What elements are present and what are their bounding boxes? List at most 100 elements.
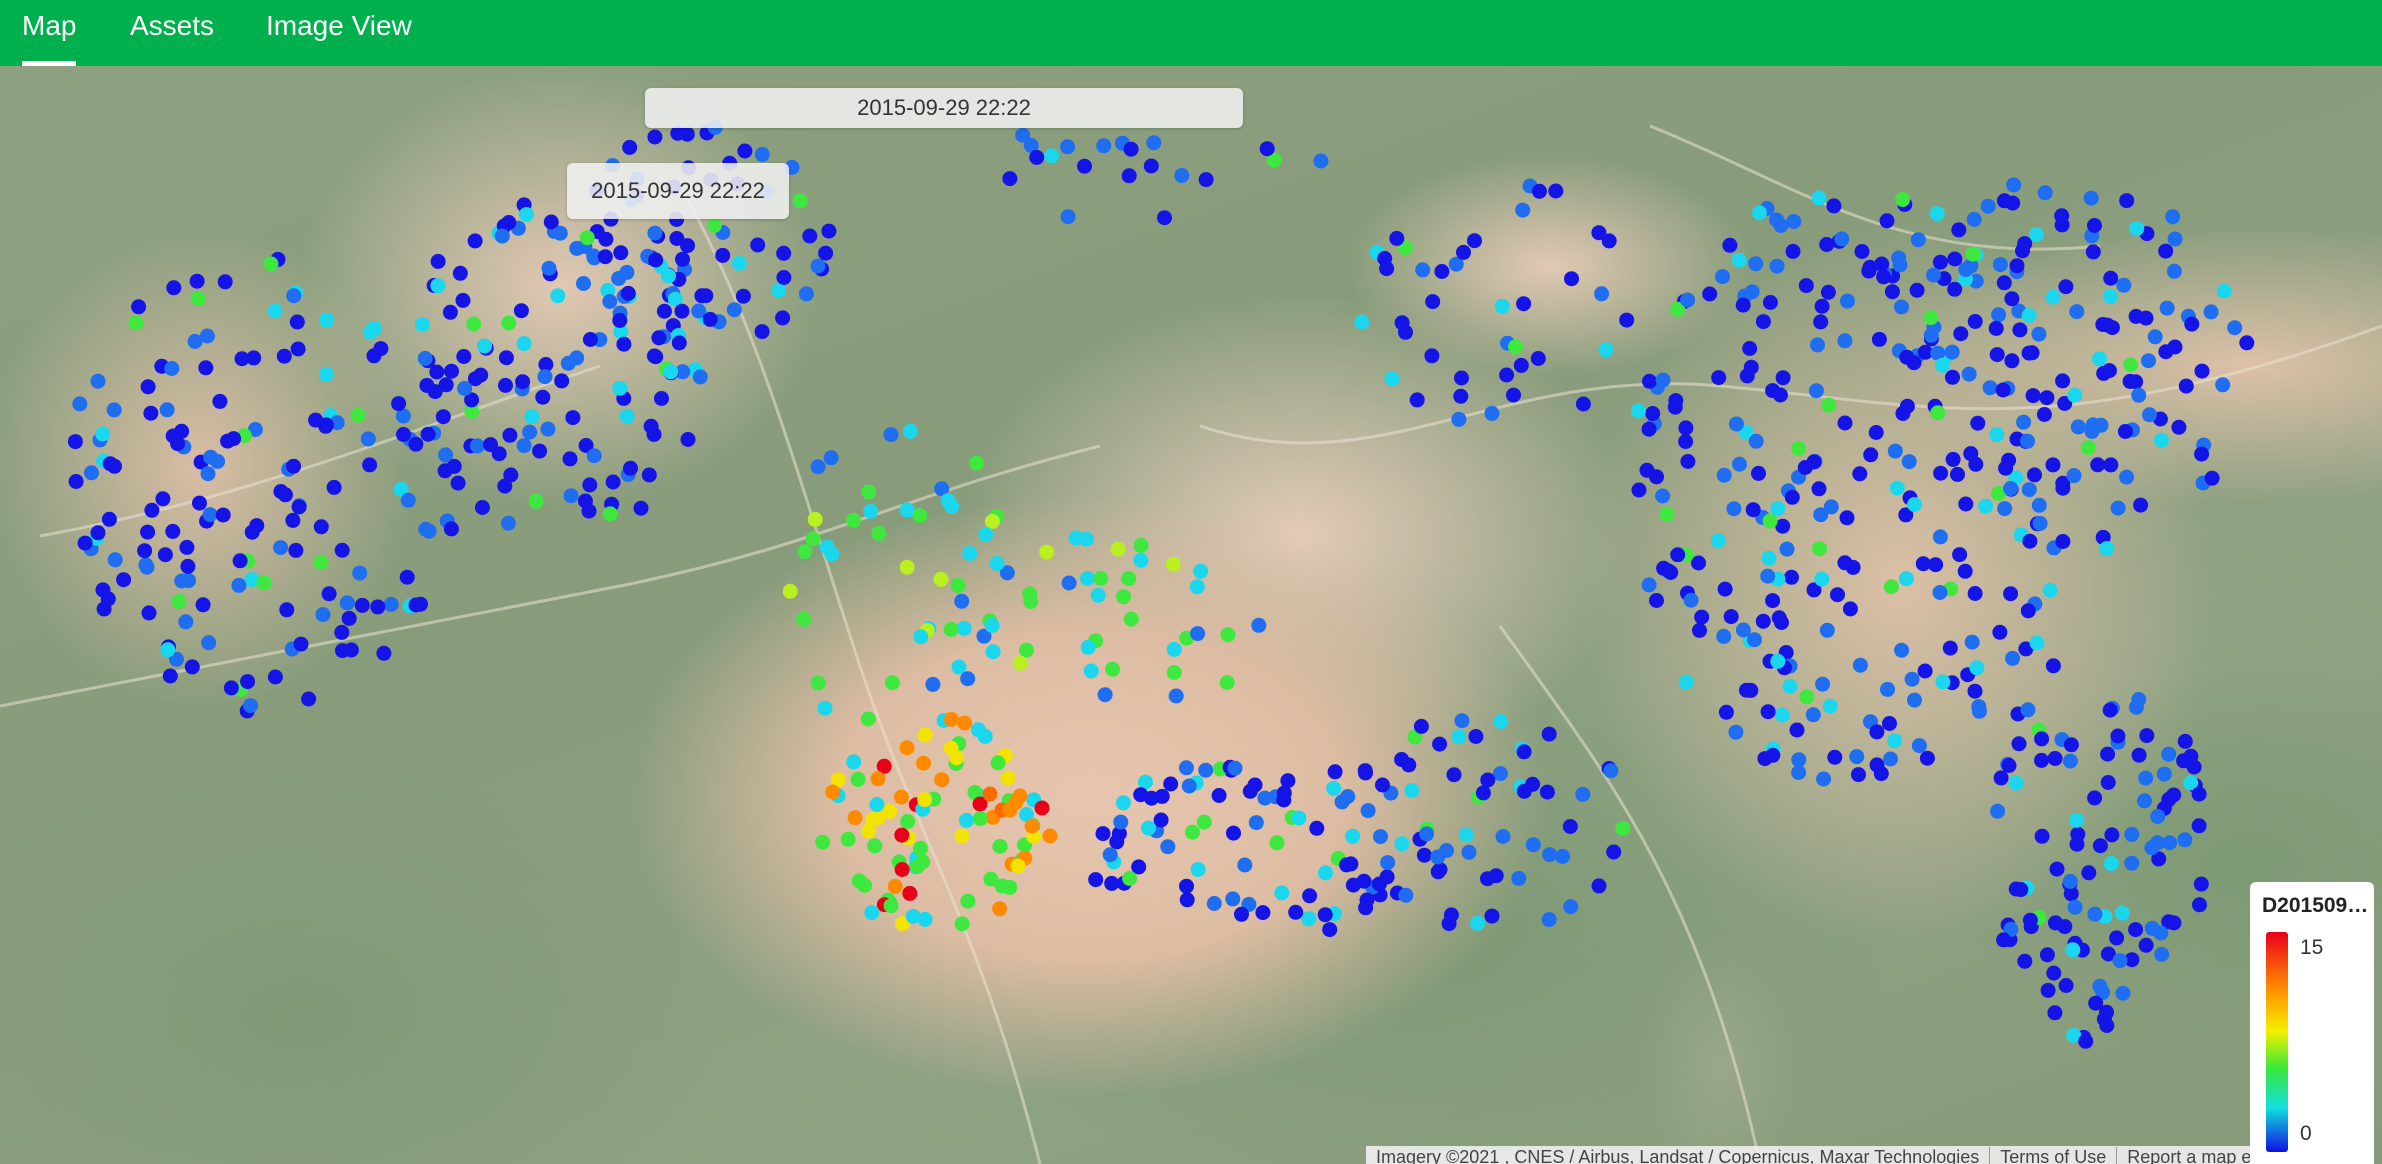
measurement-point[interactable] bbox=[1115, 795, 1131, 811]
measurement-point[interactable] bbox=[1797, 460, 1813, 475]
measurement-point[interactable] bbox=[560, 355, 576, 371]
measurement-point[interactable] bbox=[308, 412, 324, 428]
measurement-point[interactable] bbox=[438, 377, 454, 393]
measurement-point[interactable] bbox=[192, 495, 207, 511]
measurement-point[interactable] bbox=[1901, 454, 1917, 470]
measurement-point[interactable] bbox=[825, 784, 841, 800]
measurement-point[interactable] bbox=[474, 500, 490, 515]
measurement-point[interactable] bbox=[335, 643, 350, 659]
measurement-point[interactable] bbox=[1012, 788, 1028, 804]
measurement-point[interactable] bbox=[1326, 780, 1342, 796]
measurement-point[interactable] bbox=[391, 396, 407, 412]
measurement-point[interactable] bbox=[1226, 825, 1241, 841]
measurement-point[interactable] bbox=[277, 487, 293, 503]
measurement-point[interactable] bbox=[90, 373, 106, 389]
measurement-point[interactable] bbox=[1997, 501, 2013, 517]
measurement-point[interactable] bbox=[354, 597, 370, 613]
measurement-point[interactable] bbox=[2176, 753, 2192, 769]
measurement-point[interactable] bbox=[1995, 382, 2011, 398]
measurement-point[interactable] bbox=[516, 336, 532, 352]
measurement-point[interactable] bbox=[1430, 864, 1446, 880]
measurement-point[interactable] bbox=[276, 348, 292, 364]
measurement-point[interactable] bbox=[949, 750, 964, 766]
measurement-point[interactable] bbox=[1837, 333, 1853, 349]
measurement-point[interactable] bbox=[516, 438, 532, 454]
measurement-point[interactable] bbox=[1340, 789, 1356, 804]
measurement-point[interactable] bbox=[2161, 746, 2177, 762]
measurement-point[interactable] bbox=[1786, 214, 1802, 229]
measurement-point[interactable] bbox=[540, 421, 556, 437]
measurement-point[interactable] bbox=[2067, 387, 2083, 403]
measurement-point[interactable] bbox=[1945, 369, 1960, 385]
measurement-point[interactable] bbox=[352, 565, 368, 581]
measurement-point[interactable] bbox=[680, 432, 696, 447]
measurement-point[interactable] bbox=[456, 349, 472, 364]
measurement-point[interactable] bbox=[1591, 878, 1607, 894]
measurement-point[interactable] bbox=[1313, 153, 1329, 169]
measurement-point[interactable] bbox=[2055, 373, 2071, 389]
measurement-point[interactable] bbox=[776, 270, 792, 285]
measurement-point[interactable] bbox=[1453, 388, 1469, 404]
measurement-point[interactable] bbox=[647, 129, 663, 145]
measurement-point[interactable] bbox=[2204, 470, 2220, 486]
measurement-point[interactable] bbox=[1454, 713, 1470, 729]
measurement-point[interactable] bbox=[1109, 834, 1125, 850]
measurement-point[interactable] bbox=[1958, 261, 1974, 277]
measurement-point[interactable] bbox=[2013, 882, 2029, 898]
measurement-point[interactable] bbox=[414, 317, 430, 332]
measurement-point[interactable] bbox=[1227, 760, 1243, 776]
measurement-point[interactable] bbox=[501, 215, 517, 230]
measurement-point[interactable] bbox=[1655, 372, 1671, 388]
measurement-point[interactable] bbox=[1874, 256, 1890, 272]
measurement-point[interactable] bbox=[1080, 639, 1096, 655]
measurement-point[interactable] bbox=[1996, 275, 2012, 291]
measurement-point[interactable] bbox=[1060, 209, 1076, 225]
measurement-point[interactable] bbox=[532, 443, 548, 459]
measurement-point[interactable] bbox=[1163, 776, 1179, 792]
measurement-point[interactable] bbox=[1190, 862, 1206, 877]
measurement-point[interactable] bbox=[140, 379, 156, 395]
measurement-point[interactable] bbox=[616, 336, 632, 352]
measurement-point[interactable] bbox=[2087, 790, 2103, 806]
measurement-point[interactable] bbox=[263, 256, 279, 272]
measurement-point[interactable] bbox=[978, 526, 994, 542]
measurement-point[interactable] bbox=[1002, 171, 1018, 187]
measurement-point[interactable] bbox=[2078, 1033, 2094, 1049]
measurement-point[interactable] bbox=[1318, 865, 1333, 881]
measurement-point[interactable] bbox=[1153, 812, 1169, 828]
measurement-point[interactable] bbox=[1678, 674, 1694, 690]
measurement-point[interactable] bbox=[341, 610, 357, 626]
measurement-point[interactable] bbox=[2124, 826, 2140, 842]
measurement-point[interactable] bbox=[1606, 844, 1622, 860]
measurement-point[interactable] bbox=[960, 671, 976, 687]
measurement-point[interactable] bbox=[171, 594, 187, 609]
measurement-point[interactable] bbox=[1732, 456, 1747, 472]
measurement-point[interactable] bbox=[861, 484, 877, 500]
measurement-point[interactable] bbox=[850, 771, 866, 787]
measurement-point[interactable] bbox=[1575, 786, 1591, 802]
measurement-point[interactable] bbox=[90, 525, 106, 541]
measurement-point[interactable] bbox=[2011, 736, 2027, 752]
measurement-point[interactable] bbox=[863, 503, 879, 519]
measurement-point[interactable] bbox=[1189, 579, 1205, 595]
measurement-point[interactable] bbox=[1110, 541, 1126, 557]
measurement-point[interactable] bbox=[2194, 363, 2210, 379]
measurement-point[interactable] bbox=[2085, 417, 2101, 433]
measurement-point[interactable] bbox=[1798, 278, 1814, 294]
measurement-point[interactable] bbox=[1096, 138, 1112, 154]
measurement-point[interactable] bbox=[1555, 848, 1571, 864]
measurement-point[interactable] bbox=[2036, 407, 2052, 422]
measurement-point[interactable] bbox=[2092, 838, 2108, 854]
measurement-point[interactable] bbox=[1439, 843, 1454, 858]
measurement-point[interactable] bbox=[160, 642, 176, 658]
measurement-point[interactable] bbox=[916, 755, 931, 771]
measurement-point[interactable] bbox=[1852, 466, 1868, 482]
measurement-point[interactable] bbox=[2161, 791, 2177, 807]
measurement-point[interactable] bbox=[2178, 378, 2194, 394]
measurement-point[interactable] bbox=[1234, 906, 1249, 922]
measurement-point[interactable] bbox=[1868, 425, 1884, 440]
measurement-point[interactable] bbox=[503, 467, 519, 483]
measurement-point[interactable] bbox=[1542, 847, 1558, 863]
measurement-point[interactable] bbox=[1451, 411, 1467, 427]
measurement-point[interactable] bbox=[1373, 829, 1388, 845]
